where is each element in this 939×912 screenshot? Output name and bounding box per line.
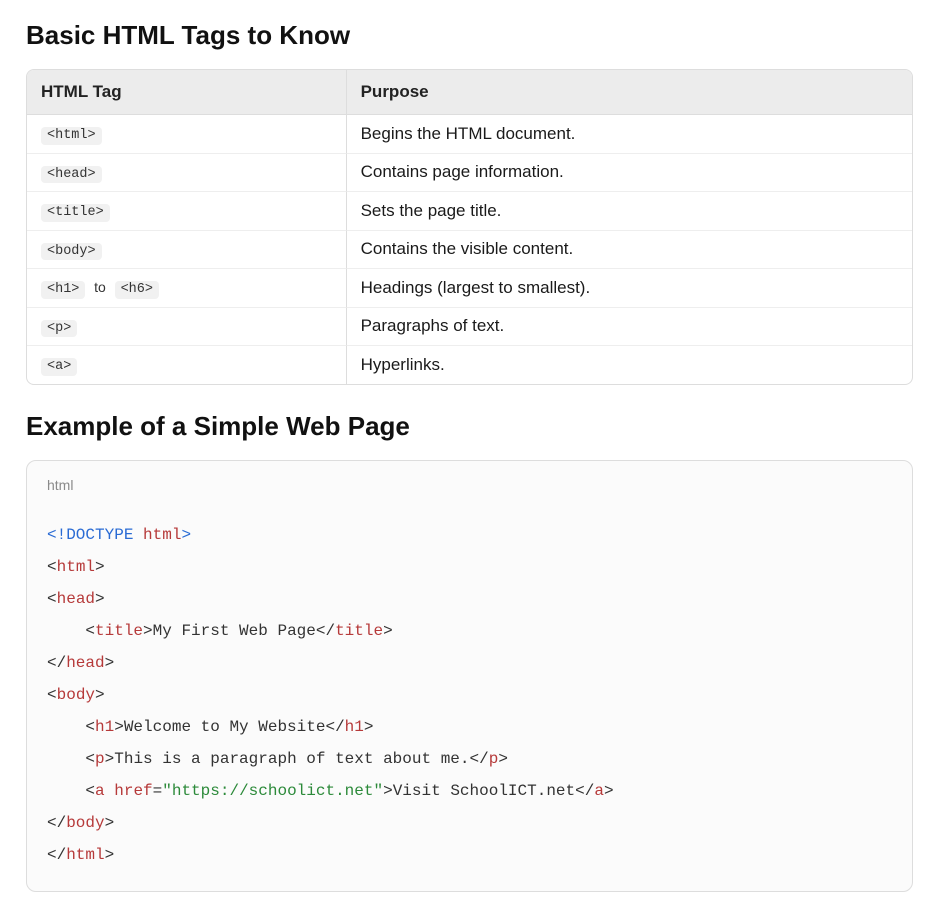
code-block: html <!DOCTYPE html> <html> <head> <titl…	[26, 460, 913, 892]
tag-purpose: Hyperlinks.	[346, 346, 912, 384]
attr-href: href	[114, 782, 152, 800]
table-row: <a> Hyperlinks.	[27, 346, 912, 384]
tag-purpose: Begins the HTML document.	[346, 115, 912, 154]
tag-code: <head>	[41, 166, 102, 184]
doctype-suffix: >	[181, 526, 191, 544]
a-text: Visit SchoolICT.net	[393, 782, 575, 800]
code-content: <!DOCTYPE html> <html> <head> <title>My …	[47, 519, 892, 871]
tag-title-close: title	[335, 622, 383, 640]
tag-a-close: a	[594, 782, 604, 800]
col-header-tag: HTML Tag	[27, 70, 346, 115]
tag-code: <p>	[41, 320, 77, 338]
table-row: <h1> to <h6> Headings (largest to smalle…	[27, 269, 912, 308]
tag-code: <title>	[41, 204, 110, 222]
tag-h1-open: h1	[95, 718, 114, 736]
tag-html-close: html	[66, 846, 104, 864]
tag-code: <a>	[41, 358, 77, 376]
tag-purpose: Sets the page title.	[346, 192, 912, 231]
tag-range-between: to	[90, 279, 110, 295]
tag-code-from: <h1>	[41, 281, 85, 299]
table-row: <p> Paragraphs of text.	[27, 308, 912, 347]
table-row: <html> Begins the HTML document.	[27, 115, 912, 154]
tag-code-to: <h6>	[115, 281, 159, 299]
code-language-label: html	[47, 477, 892, 493]
tag-purpose: Headings (largest to smallest).	[346, 269, 912, 308]
tag-body-open: body	[57, 686, 95, 704]
table-row: <head> Contains page information.	[27, 154, 912, 193]
doctype-prefix: <!DOCTYPE	[47, 526, 133, 544]
table-row: <title> Sets the page title.	[27, 192, 912, 231]
h1-text: Welcome to My Website	[124, 718, 326, 736]
section-title-example: Example of a Simple Web Page	[26, 411, 913, 442]
p-text: This is a paragraph of text about me.	[114, 750, 469, 768]
tag-head-close: head	[66, 654, 104, 672]
col-header-purpose: Purpose	[346, 70, 912, 115]
tag-head-open: head	[57, 590, 95, 608]
section-title-tags: Basic HTML Tags to Know	[26, 20, 913, 51]
tag-p-open: p	[95, 750, 105, 768]
href-value: "https://schoolict.net"	[162, 782, 383, 800]
tag-title-open: title	[95, 622, 143, 640]
tag-html-open: html	[57, 558, 95, 576]
tag-purpose: Contains page information.	[346, 154, 912, 193]
tag-h1-close: h1	[345, 718, 364, 736]
table-row: <body> Contains the visible content.	[27, 231, 912, 270]
tag-p-close: p	[489, 750, 499, 768]
tag-purpose: Paragraphs of text.	[346, 308, 912, 347]
title-text: My First Web Page	[153, 622, 316, 640]
tag-body-close: body	[66, 814, 104, 832]
doctype-html: html	[143, 526, 181, 544]
tag-a-open: a	[95, 782, 105, 800]
tag-purpose: Contains the visible content.	[346, 231, 912, 270]
tags-table: HTML Tag Purpose <html> Begins the HTML …	[26, 69, 913, 385]
tag-code: <html>	[41, 127, 102, 145]
tag-code: <body>	[41, 243, 102, 261]
